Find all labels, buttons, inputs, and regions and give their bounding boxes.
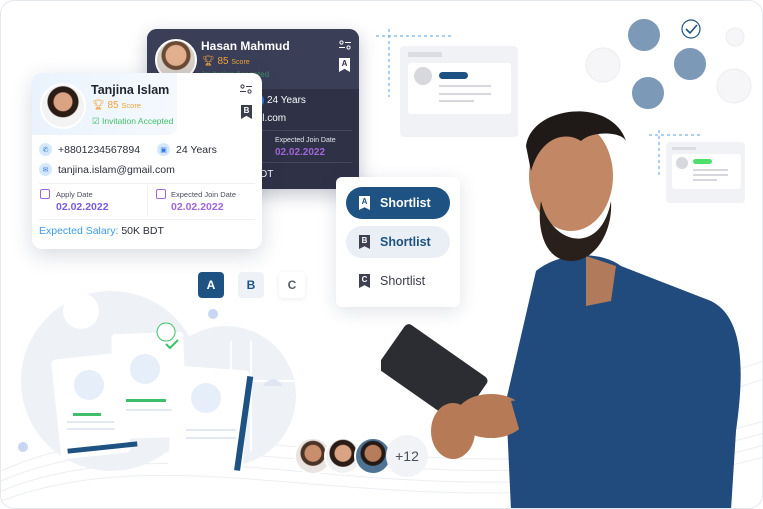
trophy-icon: 🏆︎	[202, 56, 218, 67]
phone: +8801234567894	[58, 143, 141, 156]
divider	[39, 183, 255, 184]
email-row: ✉ tanjina.islam@gmail.com	[39, 163, 175, 176]
score: 🏆︎ 85 Score	[202, 56, 250, 67]
salary-value: 50K BDT	[121, 225, 164, 237]
grade-tab-b[interactable]: B	[238, 272, 264, 298]
shortlist-c-button[interactable]: C Shortlist	[346, 265, 450, 297]
score: 🏆︎ 85 Score	[92, 100, 141, 111]
calendar-icon: ▣	[157, 143, 170, 156]
candidate-name: Tanjina Islam	[91, 83, 170, 97]
apply-date: 02.02.2022	[56, 201, 109, 213]
shortlist-label: Shortlist	[380, 196, 431, 210]
shortlist-label: Shortlist	[380, 274, 426, 288]
shortlist-b-button[interactable]: B Shortlist	[346, 226, 450, 258]
score-value: 85	[107, 100, 119, 111]
divider	[257, 130, 352, 131]
salary-label: Expected Salary:	[39, 225, 119, 237]
email: tanjina.islam@gmail.com	[58, 163, 175, 176]
invitation-status: ☑ Invitation Accepted	[92, 116, 173, 127]
trophy-icon: 🏆︎	[92, 100, 108, 111]
phone-icon: ✆	[39, 143, 52, 156]
candidate-name: Hasan Mahmud	[201, 39, 290, 53]
expected-join-date-label: Expected Join Date	[275, 137, 336, 144]
grade-tab-c[interactable]: C	[279, 272, 305, 298]
expected-join-date: 02.02.2022	[171, 201, 224, 213]
expected-join-date-label: Expected Join Date	[171, 190, 237, 199]
score-label: Score	[231, 59, 250, 66]
bookmark-b-icon: B	[359, 235, 370, 249]
bookmark-c-icon: C	[359, 274, 370, 288]
mail-icon: ✉	[39, 163, 52, 176]
calendar-icon	[40, 189, 50, 199]
candidate-card-tanjina[interactable]: Tanjina Islam 🏆︎ 85 Score ☑ Invitation A…	[32, 73, 262, 249]
divider	[257, 162, 352, 163]
shortlist-label: Shortlist	[380, 235, 431, 249]
expected-join-date: 02.02.2022	[275, 147, 326, 158]
score-label: Score	[121, 101, 141, 110]
age: 24 Years	[176, 143, 217, 156]
status-text: Invitation Accepted	[101, 116, 174, 126]
score-value: 85	[217, 56, 229, 67]
divider	[147, 186, 148, 216]
bookmark-grade-icon[interactable]: B	[241, 105, 252, 119]
email: il.com	[260, 113, 287, 124]
hero-illustration: Hasan Mahmud 🏆︎ 85 Score Invitation Acce…	[0, 0, 763, 509]
salary: DT	[260, 169, 274, 180]
divider	[39, 219, 255, 220]
phone-row: ✆ +8801234567894	[39, 143, 140, 156]
age-row: ▣ 24 Years	[157, 143, 217, 156]
shortlist-panel: A Shortlist B Shortlist C Shortlist	[336, 177, 460, 307]
grade-tab-a[interactable]: A	[198, 272, 224, 298]
avatar	[40, 83, 86, 129]
check-square-icon: ☑	[92, 116, 102, 126]
age: 24 Years	[267, 95, 306, 106]
filter-icon[interactable]	[339, 40, 351, 50]
more-applicants-count[interactable]: +12	[386, 435, 428, 477]
bookmark-a-icon: A	[359, 196, 370, 210]
expected-salary: Expected Salary: 50K BDT	[39, 225, 164, 237]
applicant-avatar-group[interactable]: +12	[294, 435, 428, 477]
filter-icon[interactable]	[240, 84, 252, 94]
apply-date-label: Apply Date	[56, 190, 93, 199]
calendar-icon	[156, 189, 166, 199]
shortlist-a-button[interactable]: A Shortlist	[346, 187, 450, 219]
